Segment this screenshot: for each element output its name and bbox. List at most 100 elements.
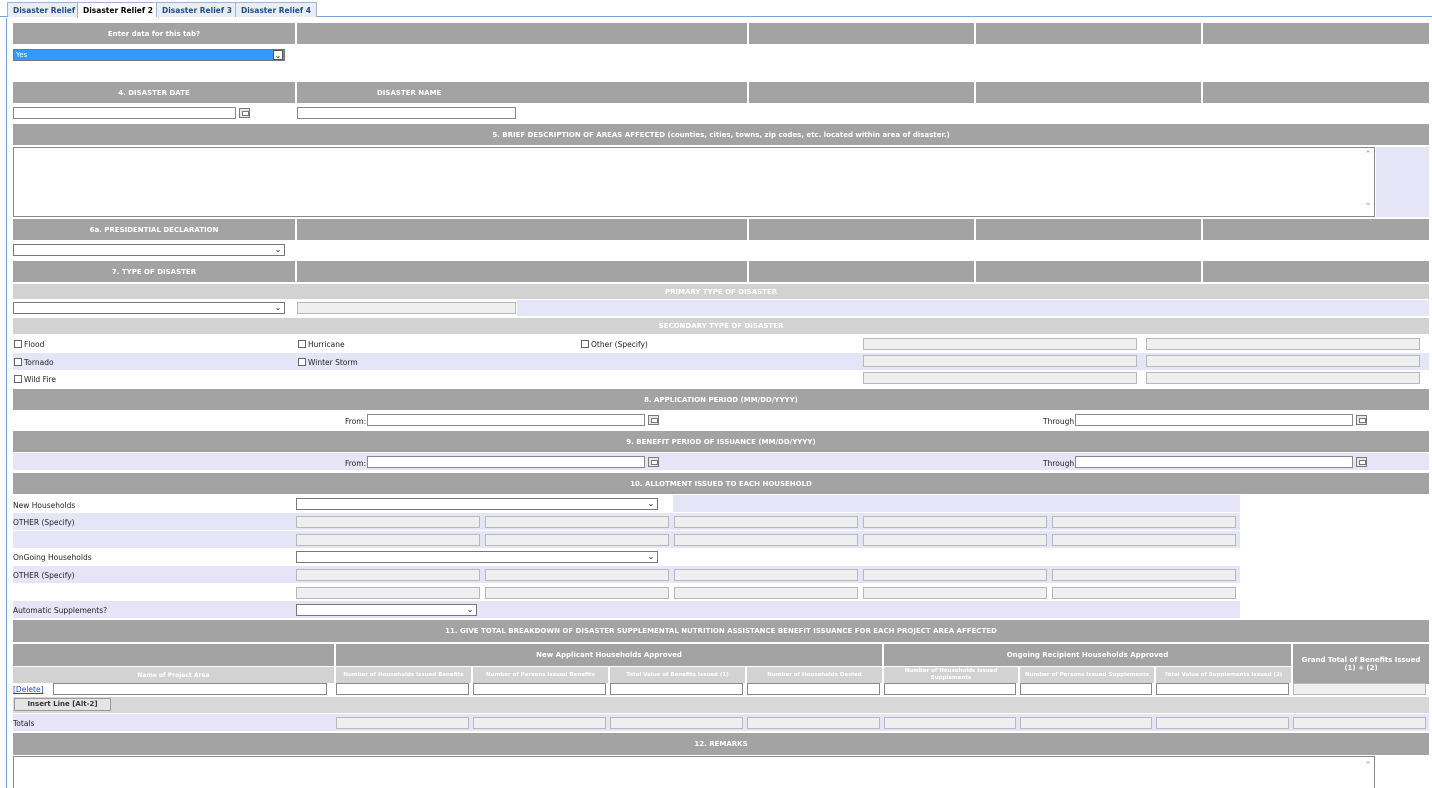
totals-input <box>610 717 743 729</box>
benefit-from-input[interactable] <box>367 456 645 468</box>
allotment-input[interactable] <box>485 587 669 599</box>
secondary-other-input[interactable] <box>863 355 1137 367</box>
flood-label: Flood <box>24 340 45 349</box>
allotment-input[interactable] <box>1052 516 1236 528</box>
insert-line-button[interactable]: Insert Line [Alt-2] <box>14 698 111 711</box>
calendar-icon[interactable] <box>1356 457 1367 467</box>
tab-bar: Disaster Relief Disaster Relief 2 Disast… <box>0 0 1432 18</box>
remarks-textarea[interactable] <box>13 756 1375 788</box>
primary-type-select[interactable]: ⌄ <box>13 302 285 314</box>
disaster-name-header: DISASTER NAME <box>297 82 747 103</box>
households-supplements-input[interactable] <box>884 683 1016 695</box>
benefit-through-input[interactable] <box>1075 456 1353 468</box>
winter-storm-checkbox[interactable] <box>298 358 306 366</box>
presidential-select[interactable]: ⌄ <box>13 244 285 256</box>
benefit-through-label: Through: <box>1043 459 1077 468</box>
allotment-input[interactable] <box>296 587 480 599</box>
persons-issued-input[interactable] <box>473 683 606 695</box>
allotment-input[interactable] <box>1052 569 1236 581</box>
allotment-input[interactable] <box>863 587 1047 599</box>
secondary-other-input[interactable] <box>863 372 1137 384</box>
column-header: Number of Persons Issued Benefits <box>473 667 608 683</box>
enter-data-value: Yes <box>16 51 28 59</box>
allotment-input[interactable] <box>674 569 858 581</box>
allotment-input[interactable] <box>1052 534 1236 546</box>
row-filler <box>517 300 1429 316</box>
ongoing-households-select[interactable]: ⌄ <box>296 551 658 563</box>
allotment-input[interactable] <box>674 534 858 546</box>
secondary-other-input[interactable] <box>1146 338 1420 350</box>
calendar-icon[interactable] <box>239 108 250 118</box>
delete-row-link[interactable]: [Delete] <box>13 685 44 694</box>
calendar-icon[interactable] <box>1356 415 1367 425</box>
scroll-up-icon[interactable]: ⌃ <box>1362 150 1374 160</box>
allotment-input[interactable] <box>485 569 669 581</box>
chevron-down-icon: ⌄ <box>466 605 474 614</box>
total-value-benefits-input[interactable] <box>610 683 743 695</box>
chevron-down-icon: ⌄ <box>274 303 282 312</box>
column-header: Number of Households Issued Benefits <box>336 667 471 683</box>
application-through-input[interactable] <box>1075 414 1353 426</box>
type-of-disaster-header: 7. TYPE OF DISASTER <box>13 261 295 282</box>
disaster-date-input[interactable] <box>13 107 236 119</box>
new-applicant-group-header: New Applicant Households Approved <box>336 644 882 666</box>
totals-label: Totals <box>13 719 35 728</box>
persons-supplements-input[interactable] <box>1020 683 1152 695</box>
automatic-supplements-select[interactable]: ⌄ <box>296 604 477 616</box>
secondary-other-input[interactable] <box>1146 355 1420 367</box>
automatic-supplements-label: Automatic Supplements? <box>13 606 108 615</box>
tab-disaster-relief-4[interactable]: Disaster Relief 4 <box>235 2 317 17</box>
application-from-label: From: <box>345 417 367 426</box>
allotment-input[interactable] <box>296 516 480 528</box>
chevron-down-icon: ⌄ <box>647 552 655 561</box>
flood-checkbox[interactable] <box>14 340 22 348</box>
new-households-select[interactable]: ⌄ <box>296 498 658 510</box>
scroll-down-icon[interactable]: ⌄ <box>1362 198 1374 208</box>
allotment-input[interactable] <box>863 569 1047 581</box>
allotment-input[interactable] <box>296 569 480 581</box>
tab-disaster-relief-2[interactable]: Disaster Relief 2 <box>77 2 159 18</box>
secondary-other-input[interactable] <box>863 338 1137 350</box>
tornado-checkbox[interactable] <box>14 358 22 366</box>
header-filler <box>749 82 974 103</box>
allotment-input[interactable] <box>863 516 1047 528</box>
remarks-header: 12. REMARKS <box>13 733 1429 755</box>
calendar-icon[interactable] <box>648 457 659 467</box>
totals-input <box>1020 717 1152 729</box>
wild-fire-checkbox[interactable] <box>14 375 22 383</box>
allotment-input[interactable] <box>485 516 669 528</box>
tab-disaster-relief[interactable]: Disaster Relief <box>7 2 82 17</box>
enter-data-select[interactable]: Yes ⌄ <box>13 49 285 61</box>
total-value-supplements-input[interactable] <box>1156 683 1289 695</box>
new-households-label: New Households <box>13 501 76 510</box>
secondary-other-input[interactable] <box>1146 372 1420 384</box>
chevron-down-icon: ⌄ <box>647 499 655 508</box>
header-filler <box>976 82 1201 103</box>
allotment-input[interactable] <box>863 534 1047 546</box>
primary-type-other-input[interactable] <box>297 302 516 314</box>
households-issued-input[interactable] <box>336 683 469 695</box>
application-from-input[interactable] <box>367 414 645 426</box>
areas-affected-textarea[interactable] <box>13 147 1375 217</box>
disaster-name-input[interactable] <box>297 107 516 119</box>
project-area-name-input[interactable] <box>53 683 327 695</box>
allotment-input[interactable] <box>674 516 858 528</box>
other-specify-checkbox[interactable] <box>581 340 589 348</box>
households-denied-input[interactable] <box>747 683 880 695</box>
form-left-border <box>6 18 7 788</box>
allotment-input[interactable] <box>1052 587 1236 599</box>
column-header: Total Value of Benefits Issued (1) <box>610 667 745 683</box>
header-filler <box>1203 261 1429 282</box>
calendar-icon[interactable] <box>648 415 659 425</box>
totals-input <box>1156 717 1289 729</box>
allotment-input[interactable] <box>674 587 858 599</box>
presidential-header: 6a. PRESIDENTIAL DECLARATION <box>13 219 295 240</box>
tab-disaster-relief-3[interactable]: Disaster Relief 3 <box>156 2 238 17</box>
breakdown-header: 11. GIVE TOTAL BREAKDOWN OF DISASTER SUP… <box>13 620 1429 642</box>
allotment-input[interactable] <box>296 534 480 546</box>
application-through-label: Through: <box>1043 417 1077 426</box>
allotment-input[interactable] <box>485 534 669 546</box>
scroll-up-icon[interactable]: ⌃ <box>1362 761 1374 771</box>
hurricane-checkbox[interactable] <box>298 340 306 348</box>
header-filler <box>976 219 1201 240</box>
